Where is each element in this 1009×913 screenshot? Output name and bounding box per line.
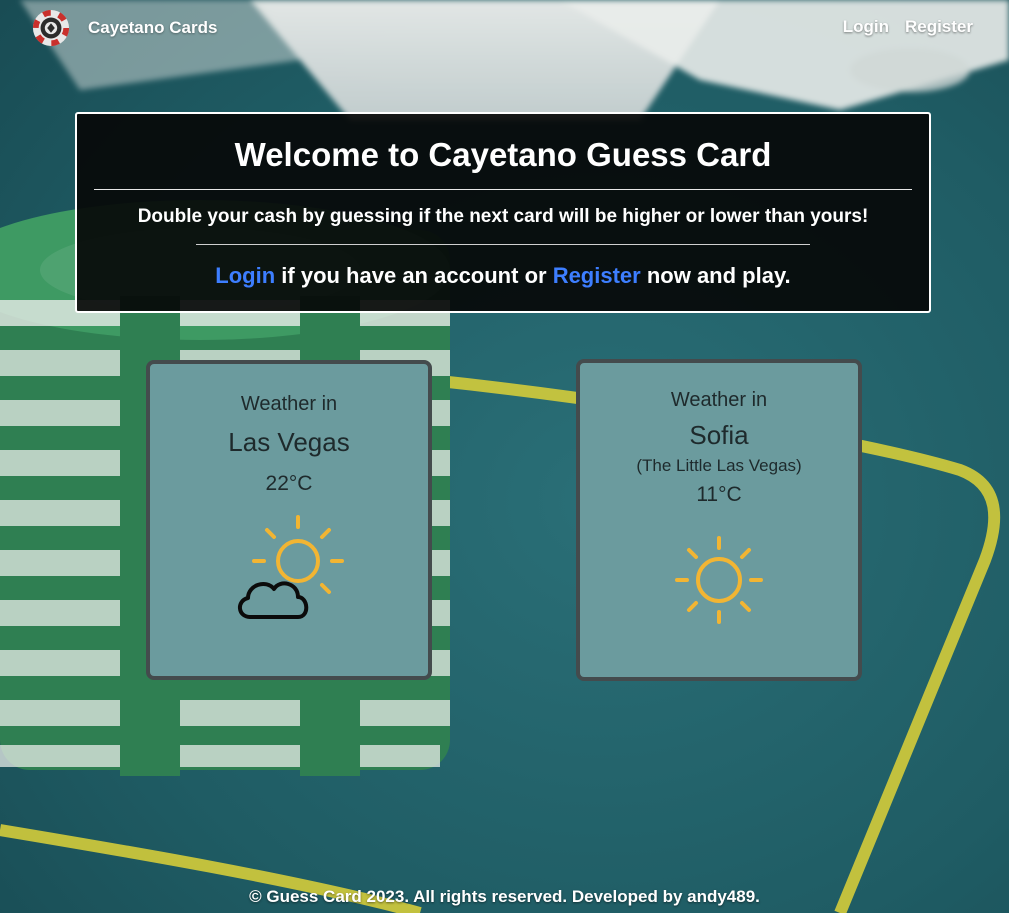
weather-card-sofia: Weather in Sofia (The Little Las Vegas) … [576, 359, 862, 681]
top-navbar: Cayetano Cards Login Register [0, 0, 1009, 56]
divider [94, 189, 912, 190]
brand-name: Cayetano Cards [88, 18, 218, 37]
cta-middle-text: if you have an account or [275, 263, 553, 288]
welcome-tagline: Double your cash by guessing if the next… [137, 206, 869, 227]
welcome-title: Welcome to Cayetano Guess Card [234, 136, 772, 173]
welcome-panel: Welcome to Cayetano Guess Card Double yo… [75, 112, 931, 313]
poker-chip-icon [32, 9, 70, 47]
weather-card-las-vegas: Weather in Las Vegas 22°C [146, 360, 432, 680]
weather-city-note: (The Little Las Vegas) [636, 456, 802, 475]
cta-login-link[interactable]: Login [215, 263, 275, 288]
partly-cloudy-icon [238, 515, 344, 619]
weather-city: Las Vegas [228, 427, 350, 457]
weather-temperature: 11°C [696, 483, 742, 506]
nav-links: Login Register [843, 17, 973, 37]
weather-temperature: 22°C [265, 472, 313, 495]
cta-register-link[interactable]: Register [553, 263, 641, 288]
cta-end-text: now and play. [640, 263, 791, 288]
nav-login-link[interactable]: Login [843, 17, 889, 37]
weather-heading: Weather in [670, 389, 768, 411]
sun-icon [675, 536, 763, 624]
weather-heading: Weather in [240, 393, 338, 415]
nav-register-link[interactable]: Register [905, 17, 973, 37]
welcome-call-to-action: Login if you have an account or Register… [77, 262, 929, 290]
divider [196, 244, 810, 245]
brand-home-link[interactable]: Cayetano Cards [32, 9, 217, 47]
page-footer: © Guess Card 2023. All rights reserved. … [249, 887, 760, 906]
weather-city: Sofia [689, 420, 749, 450]
